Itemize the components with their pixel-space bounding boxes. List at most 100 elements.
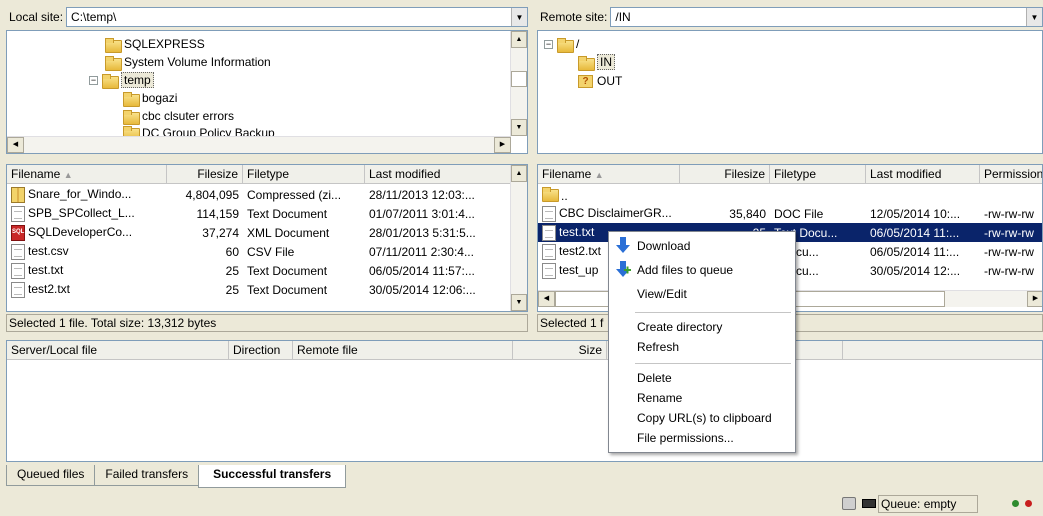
folder-icon	[578, 55, 595, 71]
vertical-scrollbar[interactable]: ▲ ▼	[510, 31, 527, 136]
table-row[interactable]: Snare_for_Windo... 4,804,095 Compressed (z…	[7, 185, 511, 204]
column-header-filename[interactable]: Filename ▲	[538, 165, 680, 184]
table-row[interactable]: SQLDeveloperCo...37,274XML Document28/01…	[7, 223, 511, 242]
scroll-track[interactable]	[511, 185, 527, 275]
local-tree[interactable]: SQLEXPRESS System Volume Information − te…	[6, 30, 528, 154]
folder-icon	[105, 37, 122, 53]
tree-item-in[interactable]: IN	[578, 53, 615, 71]
local-site-combo[interactable]: C:\temp\ ▼	[66, 7, 528, 27]
folder-icon	[123, 91, 140, 107]
text-file-icon	[542, 205, 556, 222]
local-file-header: Filename ▲ Filesize Filetype Last modifi…	[7, 165, 511, 184]
column-header-modified[interactable]: Last modified	[866, 165, 980, 184]
scroll-up-icon[interactable]: ▲	[511, 31, 527, 48]
column-header-filetype[interactable]: Filetype	[770, 165, 866, 184]
menu-item-view-edit[interactable]: View/Edit	[637, 284, 687, 304]
remote-site-label: Remote site:	[540, 10, 608, 24]
menu-item-rename[interactable]: Rename	[637, 388, 682, 408]
menu-item-create-directory[interactable]: Create directory	[637, 317, 722, 337]
collapse-icon[interactable]: −	[89, 75, 98, 85]
tree-item[interactable]: cbc clsuter errors	[123, 107, 234, 125]
vertical-scrollbar[interactable]: ▲ ▼	[510, 165, 527, 311]
menu-item-refresh[interactable]: Refresh	[637, 337, 679, 357]
remote-site-path[interactable]: /IN	[611, 10, 1026, 24]
column-header-filetype[interactable]: Filetype	[243, 165, 365, 184]
folder-icon	[542, 186, 559, 202]
text-file-icon	[11, 281, 25, 298]
menu-item-file-permissions[interactable]: File permissions...	[637, 428, 734, 448]
table-row[interactable]: test.txt 25 Text Document 06/05/2014 11:57:…	[7, 261, 511, 280]
column-header-filesize[interactable]: Filesize	[167, 165, 243, 184]
scroll-right-icon[interactable]: ▶	[1027, 291, 1042, 307]
text-file-icon	[11, 243, 25, 260]
transfer-queue[interactable]: Server/Local file Direction Remote file …	[6, 340, 1043, 462]
tab-queued-files[interactable]: Queued files	[6, 465, 96, 486]
column-header-server-local-file[interactable]: Server/Local file	[7, 341, 229, 360]
collapse-icon[interactable]: −	[544, 39, 553, 49]
text-file-icon	[542, 224, 556, 241]
tree-item[interactable]: bogazi	[123, 89, 177, 107]
scroll-down-icon[interactable]: ▼	[511, 119, 527, 136]
scroll-left-icon[interactable]: ◀	[538, 291, 555, 307]
remote-tree[interactable]: − / IN ? OUT	[537, 30, 1043, 154]
menu-item-copy-url[interactable]: Copy URL(s) to clipboard	[637, 408, 772, 428]
queue-tabs: Queued files Failed transfers Successful…	[6, 465, 347, 488]
column-header-size[interactable]: Size	[513, 341, 607, 360]
table-row[interactable]: SPB_SPCollect_L... 114,159 Text Document 01…	[7, 204, 511, 223]
column-header-permission[interactable]: Permission	[980, 165, 1042, 184]
menu-item-delete[interactable]: Delete	[637, 368, 672, 388]
scroll-right-icon[interactable]: ▶	[494, 137, 511, 153]
horizontal-scrollbar[interactable]: ◀ ▶	[7, 136, 511, 153]
local-file-rows: Snare_for_Windo... 4,804,095 Compressed (z…	[7, 185, 511, 299]
status-bar: Queue: empty	[0, 492, 1043, 516]
sort-up-icon: ▲	[594, 170, 604, 180]
folder-icon	[102, 73, 119, 89]
lock-icon	[842, 497, 856, 510]
column-header-direction[interactable]: Direction	[229, 341, 293, 360]
tab-successful-transfers[interactable]: Successful transfers	[198, 465, 347, 488]
local-file-list[interactable]: Filename ▲ Filesize Filetype Last modifi…	[6, 164, 528, 312]
queue-status: Queue: empty	[878, 495, 978, 513]
tree-item-root[interactable]: − /	[544, 35, 579, 53]
remote-site-combo[interactable]: /IN ▼	[610, 7, 1043, 27]
scroll-left-icon[interactable]: ◀	[7, 137, 24, 153]
tab-failed-transfers[interactable]: Failed transfers	[94, 465, 200, 486]
local-site-label: Local site:	[9, 10, 64, 24]
column-header-modified[interactable]: Last modified	[365, 165, 511, 184]
download-icon	[616, 237, 630, 253]
column-header-remote-file[interactable]: Remote file	[293, 341, 513, 360]
queue-header: Server/Local file Direction Remote file …	[7, 341, 1042, 360]
tree-item-out[interactable]: ? OUT	[578, 72, 622, 90]
table-row[interactable]: test2.txt 25 Text Document 30/05/2014 12:06…	[7, 280, 511, 299]
local-site-path[interactable]: C:\temp\	[67, 10, 511, 24]
tree-item[interactable]: SQLEXPRESS	[105, 35, 205, 53]
menu-item-add-to-queue[interactable]: Add files to queue	[637, 260, 733, 280]
folder-icon	[105, 55, 122, 71]
remote-site-bar: Remote site: /IN ▼	[537, 6, 1043, 28]
text-file-icon	[11, 205, 25, 222]
led-red-icon	[1025, 500, 1032, 507]
folder-icon	[557, 37, 574, 53]
table-row[interactable]: CBC DisclaimerGR... 35,840 DOC File 12/05/2…	[538, 204, 1042, 223]
scroll-thumb[interactable]	[511, 71, 527, 87]
folder-icon	[123, 109, 140, 125]
chevron-down-icon[interactable]: ▼	[1026, 8, 1042, 26]
menu-separator	[635, 363, 791, 364]
chevron-down-icon[interactable]: ▼	[511, 8, 527, 26]
zip-icon	[11, 186, 25, 203]
local-status: Selected 1 file. Total size: 13,312 byte…	[6, 314, 528, 332]
table-row[interactable]: test.csv 60 CSV File 07/11/2011 2:30:4...	[7, 242, 511, 261]
menu-separator	[635, 312, 791, 313]
scroll-up-icon[interactable]: ▲	[511, 165, 527, 182]
column-header-filesize[interactable]: Filesize	[680, 165, 770, 184]
local-site-bar: Local site: C:\temp\ ▼	[6, 6, 528, 28]
led-green-icon	[1012, 500, 1019, 507]
table-row[interactable]: ..	[538, 185, 1042, 204]
sort-up-icon: ▲	[63, 170, 73, 180]
column-header-filename[interactable]: Filename ▲	[7, 165, 167, 184]
menu-item-download[interactable]: Download	[637, 236, 690, 256]
tree-item[interactable]: System Volume Information	[105, 53, 271, 71]
remote-file-header: Filename ▲ Filesize Filetype Last modifi…	[538, 165, 1042, 184]
scroll-down-icon[interactable]: ▼	[511, 294, 527, 311]
tree-item-temp[interactable]: − temp	[89, 71, 154, 89]
